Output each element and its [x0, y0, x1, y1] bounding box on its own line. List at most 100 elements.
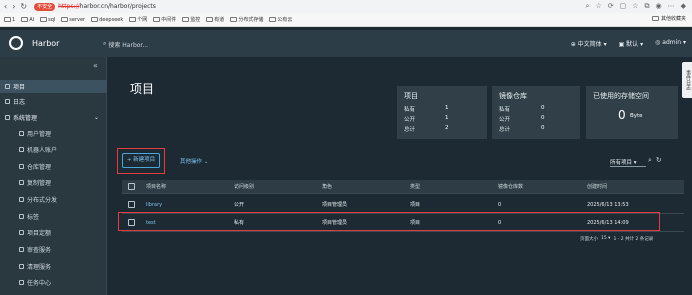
projects-icon: [5, 84, 10, 89]
url-scheme: https://: [58, 3, 80, 10]
sidebar-item-distribution[interactable]: 分布式分发: [0, 193, 107, 206]
bookmark[interactable]: server: [61, 17, 85, 23]
sidebar-item-registries[interactable]: 仓库管理: [0, 160, 107, 173]
browser-toolbar: ‹ › ↻ 不安全 https://harbor.cn/harbor/proje…: [0, 0, 692, 13]
pagination: 页面大小 15 ▾ 1 - 2 共计 2 条记录: [580, 236, 654, 242]
zoom-icon[interactable]: ⌕: [586, 2, 590, 11]
col-role[interactable]: 角色: [322, 180, 332, 193]
logs-icon: [5, 99, 10, 104]
sidebar-item-audit[interactable]: 审查服务: [0, 243, 107, 256]
projects-card: 项目 私有 1 公开 1 总计 2: [397, 86, 487, 139]
registry-icon: [19, 164, 24, 169]
refresh-icon[interactable]: ⟳: [608, 2, 614, 11]
page-title: 项目: [130, 82, 155, 96]
sidebar-item-labels[interactable]: 标签: [0, 210, 107, 223]
bookmark[interactable]: 有道: [206, 16, 224, 23]
insecure-badge[interactable]: 不安全: [34, 2, 56, 11]
split-icon[interactable]: ▢: [620, 2, 627, 11]
profile-icon[interactable]: ◉: [656, 2, 662, 11]
sidebar-item-replication[interactable]: 复制管理: [0, 176, 107, 189]
storage-card: 已使用的存储空间 0 Byte: [586, 86, 678, 139]
address-bar[interactable]: https://harbor.cn/harbor/projects: [58, 3, 156, 10]
reload-icon[interactable]: ↻: [20, 2, 27, 11]
sidebar-item-jobs[interactable]: 任务中心: [0, 276, 107, 289]
col-repos[interactable]: 镜像仓库数: [498, 180, 523, 193]
bookmark[interactable]: sql: [40, 17, 55, 23]
folder-icon: [61, 17, 69, 22]
sidebar-item-users[interactable]: 用户管理: [0, 127, 107, 140]
table-header: 项目名称 访问级别 角色 类型 镜像仓库数 创建时间: [122, 180, 684, 194]
col-type[interactable]: 类型: [410, 180, 420, 193]
repos-card: 镜像仓库 私有 0 公开 0 总计 0: [492, 86, 580, 139]
bookmark[interactable]: 公有云: [269, 16, 292, 23]
brand-name: Harbor: [32, 39, 60, 48]
tag-icon: [19, 214, 24, 219]
row-checkbox[interactable]: [128, 201, 135, 208]
gc-icon: [19, 264, 24, 269]
event-log-tab[interactable]: 事件日志: [682, 62, 692, 98]
replication-icon: [19, 180, 24, 185]
audit-icon: [19, 247, 24, 252]
url-path: harbor.cn/harbor/projects: [79, 3, 156, 10]
bookmark[interactable]: 1: [4, 17, 15, 23]
search-icon: ⌕: [103, 40, 107, 47]
bookmarks-bar: 1 AI sql server deepseek 个网 中间件 监控 有道 分布…: [0, 13, 692, 27]
collapse-sidebar-icon[interactable]: «: [93, 61, 98, 70]
sidebar-item-projects[interactable]: 项目: [0, 80, 107, 93]
sidebar-item-logs[interactable]: 日志: [0, 95, 107, 108]
quota-icon: [19, 230, 24, 235]
bookmark[interactable]: 分布式存储: [230, 16, 263, 23]
collections-icon[interactable]: ⧉: [645, 2, 650, 11]
highlight-test-row: [118, 212, 660, 231]
page-size-select[interactable]: 15 ▾: [601, 236, 610, 242]
sidebar-item-gc[interactable]: 清理服务: [0, 260, 107, 273]
bookmark[interactable]: AI: [21, 17, 34, 23]
folder-icon: [182, 17, 190, 22]
copilot-icon[interactable]: ◆: [681, 2, 686, 11]
more-icon[interactable]: ⋯: [668, 2, 675, 11]
folder-icon: [129, 17, 137, 22]
users-icon: [19, 131, 24, 136]
folder-icon: [230, 17, 238, 22]
new-project-button[interactable]: + 新建项目: [122, 153, 160, 168]
forward-icon[interactable]: ›: [12, 2, 15, 11]
project-link[interactable]: library: [146, 196, 162, 213]
sidebar-item-robots[interactable]: 机器人账户: [0, 143, 107, 156]
robot-icon: [19, 147, 24, 152]
favorites-icon[interactable]: ☆: [632, 2, 638, 11]
folder-icon: [153, 17, 161, 22]
more-actions-button[interactable]: 其他操作 ⌄: [180, 157, 208, 165]
star-icon[interactable]: ☆: [595, 2, 601, 11]
folder-icon: [269, 17, 277, 22]
folder-icon: [4, 17, 11, 22]
bookmark[interactable]: 中间件: [153, 16, 176, 23]
col-access[interactable]: 访问级别: [234, 180, 254, 193]
globe-icon: ⊕: [570, 41, 578, 48]
user-menu[interactable]: ◎ admin ▾: [655, 39, 686, 48]
bookmark[interactable]: deepseek: [91, 17, 123, 23]
col-name[interactable]: 项目名称: [146, 180, 166, 193]
project-filter-select[interactable]: 所有项目 ▾: [610, 158, 646, 167]
distribution-icon: [19, 197, 24, 202]
search-icon[interactable]: ⌕: [648, 156, 652, 165]
col-created[interactable]: 创建时间: [587, 180, 607, 193]
sidebar-item-quotas[interactable]: 项目定额: [0, 226, 107, 239]
harbor-logo-icon: [9, 36, 23, 50]
language-dropdown[interactable]: ⊕ 中文简体 ▾: [571, 39, 607, 48]
bookmark[interactable]: 个网: [129, 16, 147, 23]
jobs-icon: [19, 280, 24, 285]
back-icon[interactable]: ‹: [4, 2, 7, 11]
storage-value: 0: [618, 108, 626, 122]
folder-icon: [206, 17, 214, 22]
theme-dropdown[interactable]: ▣ 默认 ▾: [619, 39, 644, 48]
other-bookmarks[interactable]: 其他收藏夹: [651, 15, 686, 22]
bookmark[interactable]: 监控: [182, 16, 200, 23]
sidebar-item-admin[interactable]: 系统管理 ⌄: [0, 111, 107, 124]
select-all-checkbox[interactable]: [128, 183, 135, 190]
folder-icon: [21, 17, 29, 22]
admin-icon: [5, 115, 10, 120]
chevron-down-icon: ⌄: [94, 114, 100, 121]
global-search[interactable]: ⌕ 搜索 Harbor...: [103, 40, 148, 49]
folder-icon: [651, 16, 659, 21]
refresh-icon[interactable]: ↻: [656, 156, 662, 165]
